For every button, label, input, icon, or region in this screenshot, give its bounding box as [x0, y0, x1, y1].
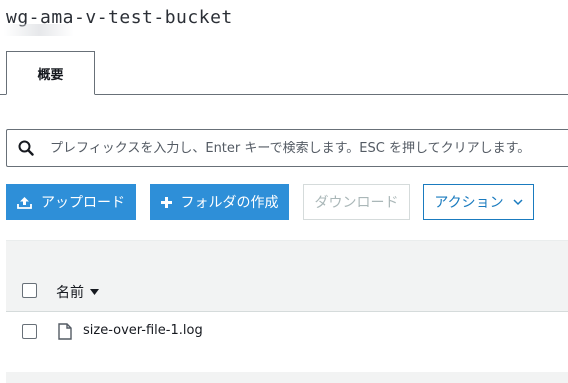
table-row: size-over-file-1.log — [6, 312, 568, 352]
file-icon — [58, 323, 72, 340]
search-input[interactable] — [50, 140, 568, 156]
upload-label: アップロード — [41, 195, 125, 211]
tab-overview[interactable]: 概要 — [6, 51, 95, 95]
select-all-checkbox[interactable] — [22, 283, 37, 298]
sort-caret-down-icon — [90, 289, 99, 295]
file-name-link[interactable]: size-over-file-1.log — [83, 323, 203, 338]
actions-label: アクション — [434, 195, 504, 211]
search-icon — [18, 140, 34, 156]
s3-bucket-page: wg-ama-v-test-bucket 概要 アップロード フォルダの作成 ダ… — [0, 0, 568, 383]
prefix-search-box[interactable] — [6, 129, 568, 167]
plus-icon — [160, 196, 172, 208]
title-redaction — [4, 24, 74, 36]
create-folder-label: フォルダの作成 — [180, 195, 279, 211]
table-toolbar-band — [6, 240, 568, 271]
chevron-down-icon — [513, 198, 523, 205]
actions-dropdown-button[interactable]: アクション — [423, 184, 534, 220]
table-header-row: 名前 — [6, 270, 568, 312]
row-checkbox[interactable] — [22, 324, 37, 339]
create-folder-button[interactable]: フォルダの作成 — [150, 184, 289, 220]
upload-icon — [17, 196, 32, 209]
name-column-label: 名前 — [56, 285, 84, 301]
download-label: ダウンロード — [314, 195, 399, 211]
table-footer-band — [6, 372, 568, 383]
name-column-header[interactable]: 名前 — [56, 282, 99, 302]
download-button[interactable]: ダウンロード — [303, 184, 410, 220]
upload-button[interactable]: アップロード — [6, 184, 136, 220]
